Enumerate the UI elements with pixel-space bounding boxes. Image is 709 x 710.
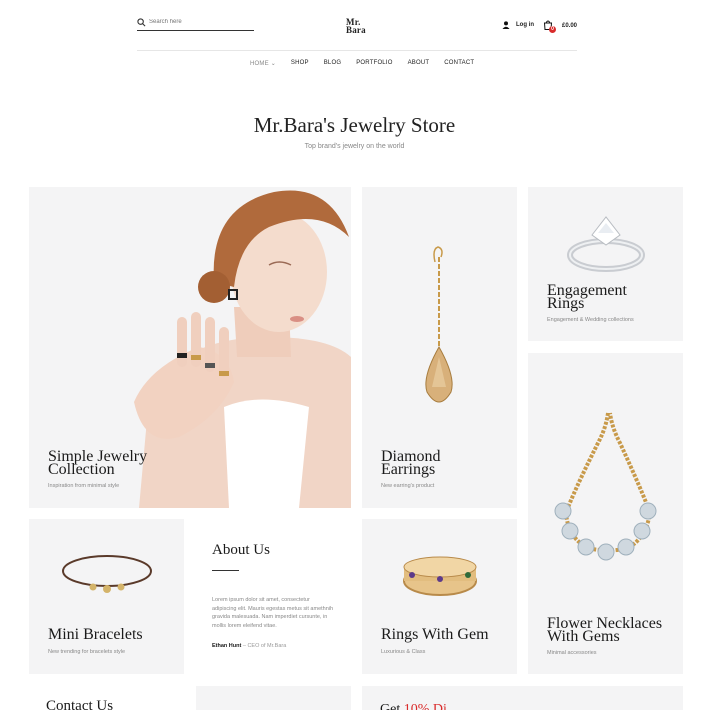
author-role: – CEO of Mr.Bara (241, 643, 287, 649)
chevron-down-icon: ⌄ (270, 61, 276, 67)
card-flower-necklaces-subtitle: Minimal accessories (547, 650, 597, 656)
card-rings-with-gem-subtitle: Luxurious & Class (381, 649, 426, 655)
card-mini-bracelets[interactable]: Mini Bracelets New trending for bracelet… (29, 519, 184, 674)
cart-total: £0.00 (562, 22, 578, 29)
search-bar[interactable] (137, 14, 254, 31)
cart-icon-wrap: 0 (543, 20, 556, 33)
card-simple-jewelry-subtitle: Inspiration from minimal style (48, 483, 120, 489)
card-flower-necklaces[interactable]: Flower Necklaces With Gems Minimal acces… (528, 353, 683, 674)
promo-prefix: Get (380, 702, 404, 710)
promo-highlight: 10% Di (403, 702, 447, 710)
cart-count-badge: 0 (549, 26, 556, 33)
search-input[interactable] (149, 19, 249, 25)
logo[interactable]: Mr. Bara (346, 18, 366, 35)
bottom-card-middle (196, 686, 351, 710)
card-diamond-earrings-subtitle: New earring's product (381, 483, 435, 489)
card-diamond-earrings-title-line2: Earrings (381, 461, 436, 478)
card-diamond-earrings-title: Diamond Earrings (381, 449, 441, 478)
promo-heading: Get 10% Di (380, 702, 447, 710)
about-us-author: Ethan Hunt – CEO of Mr.Bara (212, 643, 286, 649)
about-us-section: About Us Lorem ipsum dolor sit amet, con… (196, 519, 351, 674)
card-engagement-rings[interactable]: Engagement Rings Engagement & Wedding co… (528, 187, 683, 341)
card-rings-with-gem-title: Rings With Gem (381, 626, 489, 643)
page-subtitle: Top brand's jewelry on the world (304, 143, 405, 150)
card-flower-necklaces-title: Flower Necklaces With Gems (547, 616, 662, 645)
nav-portfolio[interactable]: PORTFOLIO (356, 60, 392, 67)
logo-line-2: Bara (346, 25, 366, 35)
card-mini-bracelets-title: Mini Bracelets (48, 626, 143, 643)
about-us-rule (212, 570, 239, 571)
nav-about[interactable]: ABOUT (408, 60, 430, 67)
nav-home[interactable]: HOME ⌄ (250, 60, 276, 67)
nav-contact[interactable]: CONTACT (444, 60, 474, 67)
card-diamond-earrings[interactable]: Diamond Earrings New earring's product (362, 187, 517, 508)
card-simple-jewelry[interactable]: Simple Jewelry Collection Inspiration fr… (29, 187, 351, 508)
card-engagement-rings-title: Engagement Rings (547, 283, 627, 312)
card-engagement-rings-subtitle: Engagement & Wedding collections (547, 317, 634, 323)
cart-button[interactable]: 0 £0.00 (543, 20, 578, 33)
main-nav: HOME ⌄ SHOP BLOG PORTFOLIO ABOUT CONTACT (250, 60, 489, 67)
page-title: Mr.Bara's Jewelry Store (253, 113, 456, 137)
search-icon[interactable] (137, 17, 146, 27)
site-header: Mr. Bara Log in 0 £0.00 HOME ⌄ SHOP BLOG… (0, 0, 709, 80)
author-name: Ethan Hunt (212, 643, 242, 649)
user-icon (502, 21, 510, 29)
about-us-heading: About Us (212, 542, 270, 558)
nav-shop[interactable]: SHOP (291, 60, 309, 67)
nav-home-label: HOME (250, 61, 269, 67)
nav-blog[interactable]: BLOG (324, 60, 341, 67)
login-label: Log in (516, 22, 534, 28)
header-divider (137, 50, 577, 51)
about-us-body: Lorem ipsum dolor sit amet, consectetur … (212, 597, 334, 629)
card-simple-jewelry-title: Simple Jewelry Collection (48, 449, 147, 478)
card-rings-with-gem[interactable]: Rings With Gem Luxurious & Class (362, 519, 517, 674)
card-mini-bracelets-subtitle: New trending for bracelets style (48, 649, 126, 655)
contact-us-heading: Contact Us (46, 698, 114, 710)
login-link[interactable]: Log in (502, 21, 534, 29)
